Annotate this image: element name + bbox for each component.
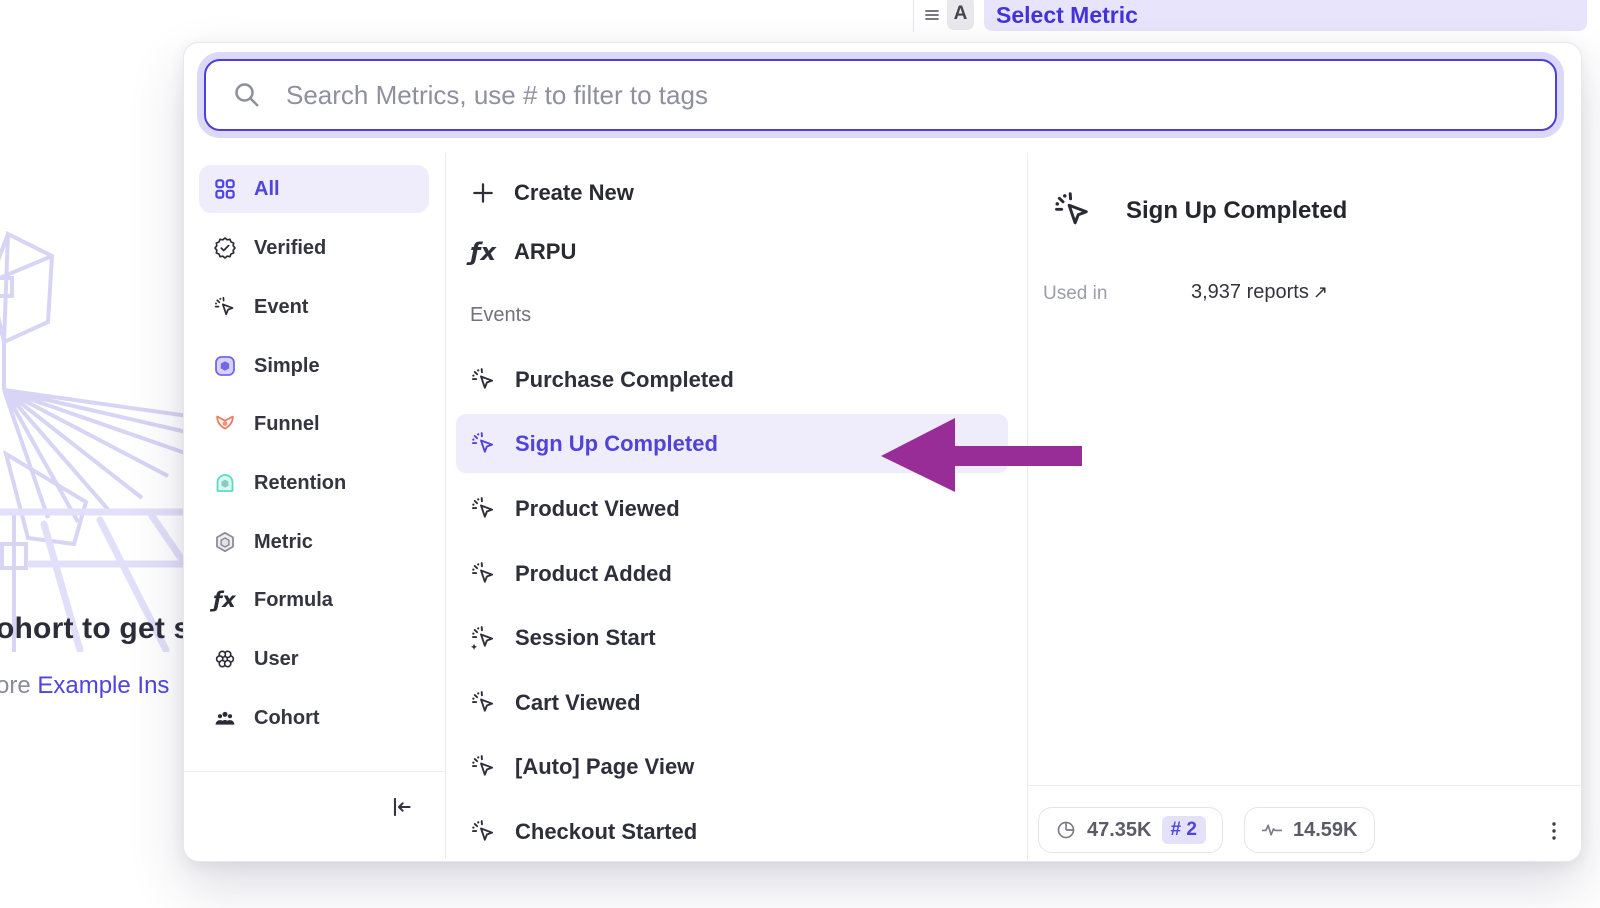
sidebar-item-label: Metric bbox=[254, 531, 313, 554]
sidebar-item-label: Formula bbox=[254, 589, 333, 612]
event-cursor-icon bbox=[470, 366, 497, 393]
reports-count: 3,937 reports bbox=[1191, 281, 1309, 303]
event-item[interactable]: Session Start bbox=[456, 608, 1008, 667]
rank-badge: # 2 bbox=[1162, 816, 1206, 844]
drag-handle-icon[interactable] bbox=[924, 7, 940, 23]
topbar-divider bbox=[913, 0, 914, 32]
metric-hexagon-icon bbox=[213, 530, 237, 554]
event-cursor-icon bbox=[470, 818, 497, 845]
total-count-value: 47.35K bbox=[1087, 819, 1152, 842]
detail-divider bbox=[1027, 153, 1028, 859]
event-item[interactable]: Product Viewed bbox=[456, 479, 1008, 538]
sidebar-item-user[interactable]: User bbox=[199, 635, 429, 683]
event-item-label: Checkout Started bbox=[515, 819, 697, 845]
user-cluster-icon bbox=[213, 647, 237, 671]
event-item[interactable]: Product Added bbox=[456, 544, 1008, 603]
pie-chart-icon bbox=[1055, 819, 1077, 841]
sidebar-item-label: Cohort bbox=[254, 707, 320, 730]
event-cursor-icon bbox=[1052, 189, 1094, 231]
sidebar-item-event[interactable]: Event bbox=[199, 283, 429, 331]
list-item-arpu[interactable]: ƒx ARPU bbox=[456, 226, 1008, 278]
event-item-label: Cart Viewed bbox=[515, 690, 641, 716]
sidebar-footer-divider bbox=[184, 771, 445, 772]
formula-fx-icon: ƒx bbox=[470, 239, 496, 265]
sidebar-item-label: Simple bbox=[254, 355, 320, 378]
event-cursor-icon bbox=[470, 689, 497, 716]
funnel-icon bbox=[213, 412, 237, 436]
sidebar-item-label: Retention bbox=[254, 472, 346, 495]
event-cursor-icon bbox=[470, 753, 497, 780]
detail-title: Sign Up Completed bbox=[1126, 197, 1347, 225]
plus-icon bbox=[470, 180, 496, 206]
sidebar-item-formula[interactable]: ƒx Formula bbox=[199, 576, 429, 624]
event-item-selected[interactable]: Sign Up Completed bbox=[456, 414, 1008, 473]
formula-fx-icon: ƒx bbox=[213, 588, 237, 612]
search-input[interactable]: Search Metrics, use # to filter to tags bbox=[204, 59, 1557, 131]
sidebar-item-verified[interactable]: Verified bbox=[199, 224, 429, 272]
sidebar-item-label: Verified bbox=[254, 237, 326, 260]
grid-icon bbox=[213, 177, 237, 201]
event-cursor-icon bbox=[470, 495, 497, 522]
event-item-label: Product Viewed bbox=[515, 496, 680, 522]
cohort-people-icon bbox=[213, 706, 237, 730]
used-in-reports-link[interactable]: 3,937 reports↗ bbox=[1191, 281, 1328, 304]
sidebar-item-simple[interactable]: Simple bbox=[199, 342, 429, 390]
event-item-label: Session Start bbox=[515, 625, 656, 651]
arpu-label: ARPU bbox=[514, 239, 576, 265]
event-item[interactable]: [Auto] Page View bbox=[456, 737, 1008, 796]
retention-icon bbox=[213, 471, 237, 495]
used-in-label: Used in bbox=[1043, 283, 1107, 305]
background-heading: ohort to get s bbox=[0, 612, 190, 646]
search-icon bbox=[232, 80, 262, 110]
event-item-label: Sign Up Completed bbox=[515, 431, 718, 457]
select-metric-title[interactable]: Select Metric bbox=[996, 0, 1138, 30]
wireframe-illustration bbox=[0, 212, 200, 652]
activity-count-value: 14.59K bbox=[1293, 819, 1358, 842]
background-link-line: ore Example Ins bbox=[0, 672, 169, 700]
more-options-button[interactable] bbox=[1536, 811, 1572, 851]
screen: ohort to get s ore Example Ins A Select … bbox=[0, 0, 1600, 908]
event-item-label: [Auto] Page View bbox=[515, 754, 694, 780]
event-item-label: Purchase Completed bbox=[515, 367, 734, 393]
metric-picker-modal: Search Metrics, use # to filter to tags … bbox=[183, 42, 1582, 862]
external-arrow-icon: ↗ bbox=[1313, 282, 1328, 302]
sidebar-item-label: Funnel bbox=[254, 413, 320, 436]
event-item[interactable]: Cart Viewed bbox=[456, 673, 1008, 732]
pulse-icon bbox=[1261, 819, 1283, 841]
example-insights-link[interactable]: Example Ins bbox=[37, 672, 169, 699]
activity-count-pill[interactable]: 14.59K bbox=[1244, 807, 1375, 853]
sidebar-item-label: User bbox=[254, 648, 298, 671]
event-item-label: Product Added bbox=[515, 561, 672, 587]
sidebar-item-label: All bbox=[254, 178, 280, 201]
sidebar-item-metric[interactable]: Metric bbox=[199, 518, 429, 566]
event-cursor-icon bbox=[470, 560, 497, 587]
detail-footer-divider bbox=[1027, 785, 1581, 786]
search-placeholder: Search Metrics, use # to filter to tags bbox=[286, 80, 708, 111]
create-new-button[interactable]: Create New bbox=[456, 167, 1008, 219]
simple-metric-icon bbox=[213, 354, 237, 378]
sidebar-item-funnel[interactable]: Funnel bbox=[199, 400, 429, 448]
collapse-left-icon bbox=[389, 794, 415, 820]
events-section-header: Events bbox=[470, 297, 870, 333]
metric-row-label: A bbox=[947, 0, 974, 30]
kebab-menu-icon bbox=[1542, 819, 1566, 843]
event-item[interactable]: Purchase Completed bbox=[456, 350, 1008, 409]
verified-badge-icon bbox=[213, 236, 237, 260]
collapse-sidebar-button[interactable] bbox=[382, 789, 422, 825]
background-link-prefix: ore bbox=[0, 672, 37, 699]
event-cursor-icon bbox=[470, 430, 497, 457]
sidebar-item-retention[interactable]: Retention bbox=[199, 459, 429, 507]
total-count-pill[interactable]: 47.35K # 2 bbox=[1038, 807, 1223, 853]
event-cursor-icon bbox=[213, 295, 237, 319]
session-start-event-icon bbox=[470, 624, 497, 651]
sidebar-divider bbox=[445, 153, 446, 859]
sidebar-item-cohort[interactable]: Cohort bbox=[199, 694, 429, 742]
create-new-label: Create New bbox=[514, 180, 634, 206]
event-item[interactable]: Checkout Started bbox=[456, 802, 1008, 861]
sidebar-item-label: Event bbox=[254, 296, 308, 319]
sidebar-item-all[interactable]: All bbox=[199, 165, 429, 213]
